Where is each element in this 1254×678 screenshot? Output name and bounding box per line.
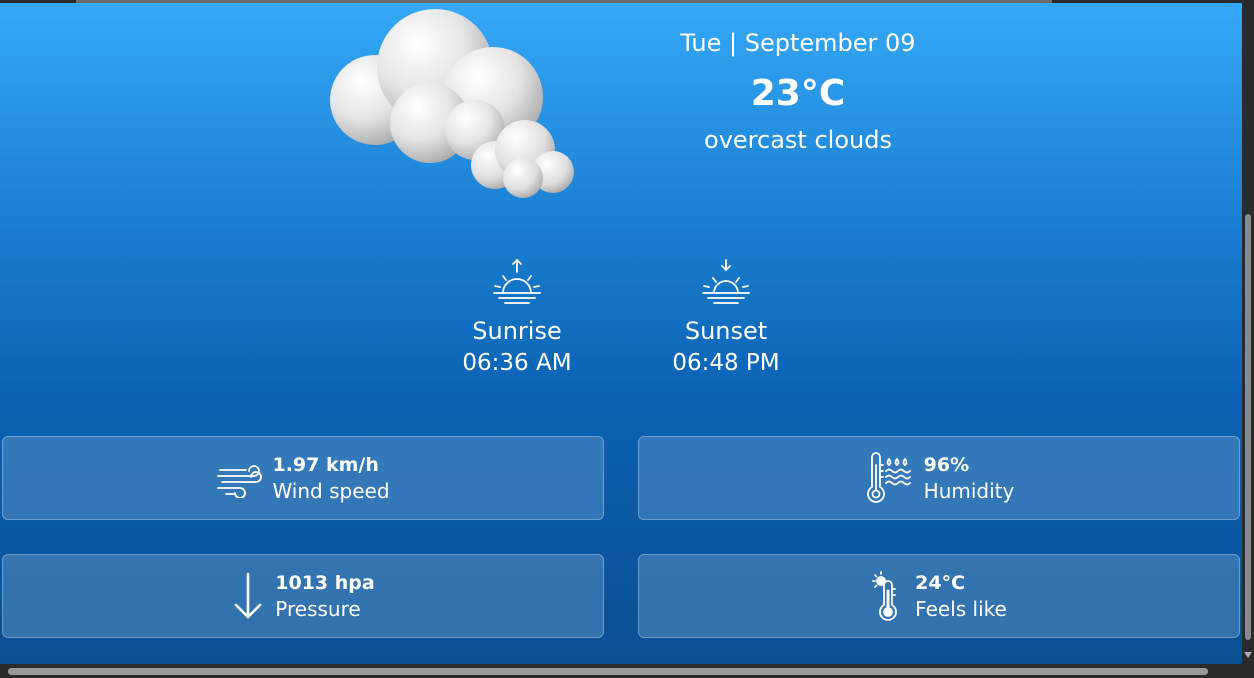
sunset-icon: [702, 259, 750, 304]
sunrise-block: Sunrise 06:36 AM: [437, 256, 597, 378]
sunset-time: 06:48 PM: [672, 350, 780, 376]
horizontal-scrollbar-thumb[interactable]: [8, 668, 1208, 675]
arrow-down-icon: [231, 571, 265, 621]
feels-like-value: 24°C: [915, 572, 966, 594]
overcast-clouds-icon: [330, 9, 574, 198]
horizontal-scrollbar[interactable]: [0, 664, 1254, 678]
feels-like-card: 24°C Feels like: [638, 554, 1240, 638]
pressure-label: Pressure: [275, 597, 361, 621]
humidity-thermometer-icon: [864, 451, 914, 505]
sunrise-label: Sunrise: [472, 317, 562, 345]
thermometer-sun-icon: [871, 571, 905, 621]
wind-icon: [216, 458, 263, 498]
humidity-label: Humidity: [923, 479, 1015, 503]
sunrise-time: 06:36 AM: [462, 350, 572, 376]
weather-header: Tue | September 09 23°C overcast clouds: [598, 26, 998, 157]
vertical-scrollbar[interactable]: [1242, 0, 1254, 664]
wind-speed-label: Wind speed: [272, 479, 390, 503]
wind-speed-card: 1.97 km/h Wind speed: [2, 436, 604, 520]
temperature-text: 23°C: [750, 73, 846, 114]
feels-like-label: Feels like: [915, 597, 1007, 621]
vertical-scrollbar-thumb[interactable]: [1245, 214, 1251, 640]
pressure-card: 1013 hpa Pressure: [2, 554, 604, 638]
scroll-down-arrow-icon[interactable]: [1244, 652, 1252, 658]
pressure-value: 1013 hpa: [275, 572, 375, 594]
top-scrollbar-thumb[interactable]: [76, 0, 1052, 3]
sunset-label: Sunset: [684, 317, 768, 345]
humidity-value: 96%: [923, 454, 970, 476]
top-scrollbar[interactable]: [0, 0, 1254, 3]
weather-description: overcast clouds: [704, 126, 892, 154]
sunrise-icon: [493, 258, 541, 304]
sunset-block: Sunset 06:48 PM: [646, 256, 806, 378]
wind-speed-value: 1.97 km/h: [272, 454, 379, 476]
weather-app: Tue | September 09 23°C overcast clouds …: [0, 0, 1242, 664]
date-text: Tue | September 09: [680, 29, 916, 57]
humidity-card: 96% Humidity: [638, 436, 1240, 520]
